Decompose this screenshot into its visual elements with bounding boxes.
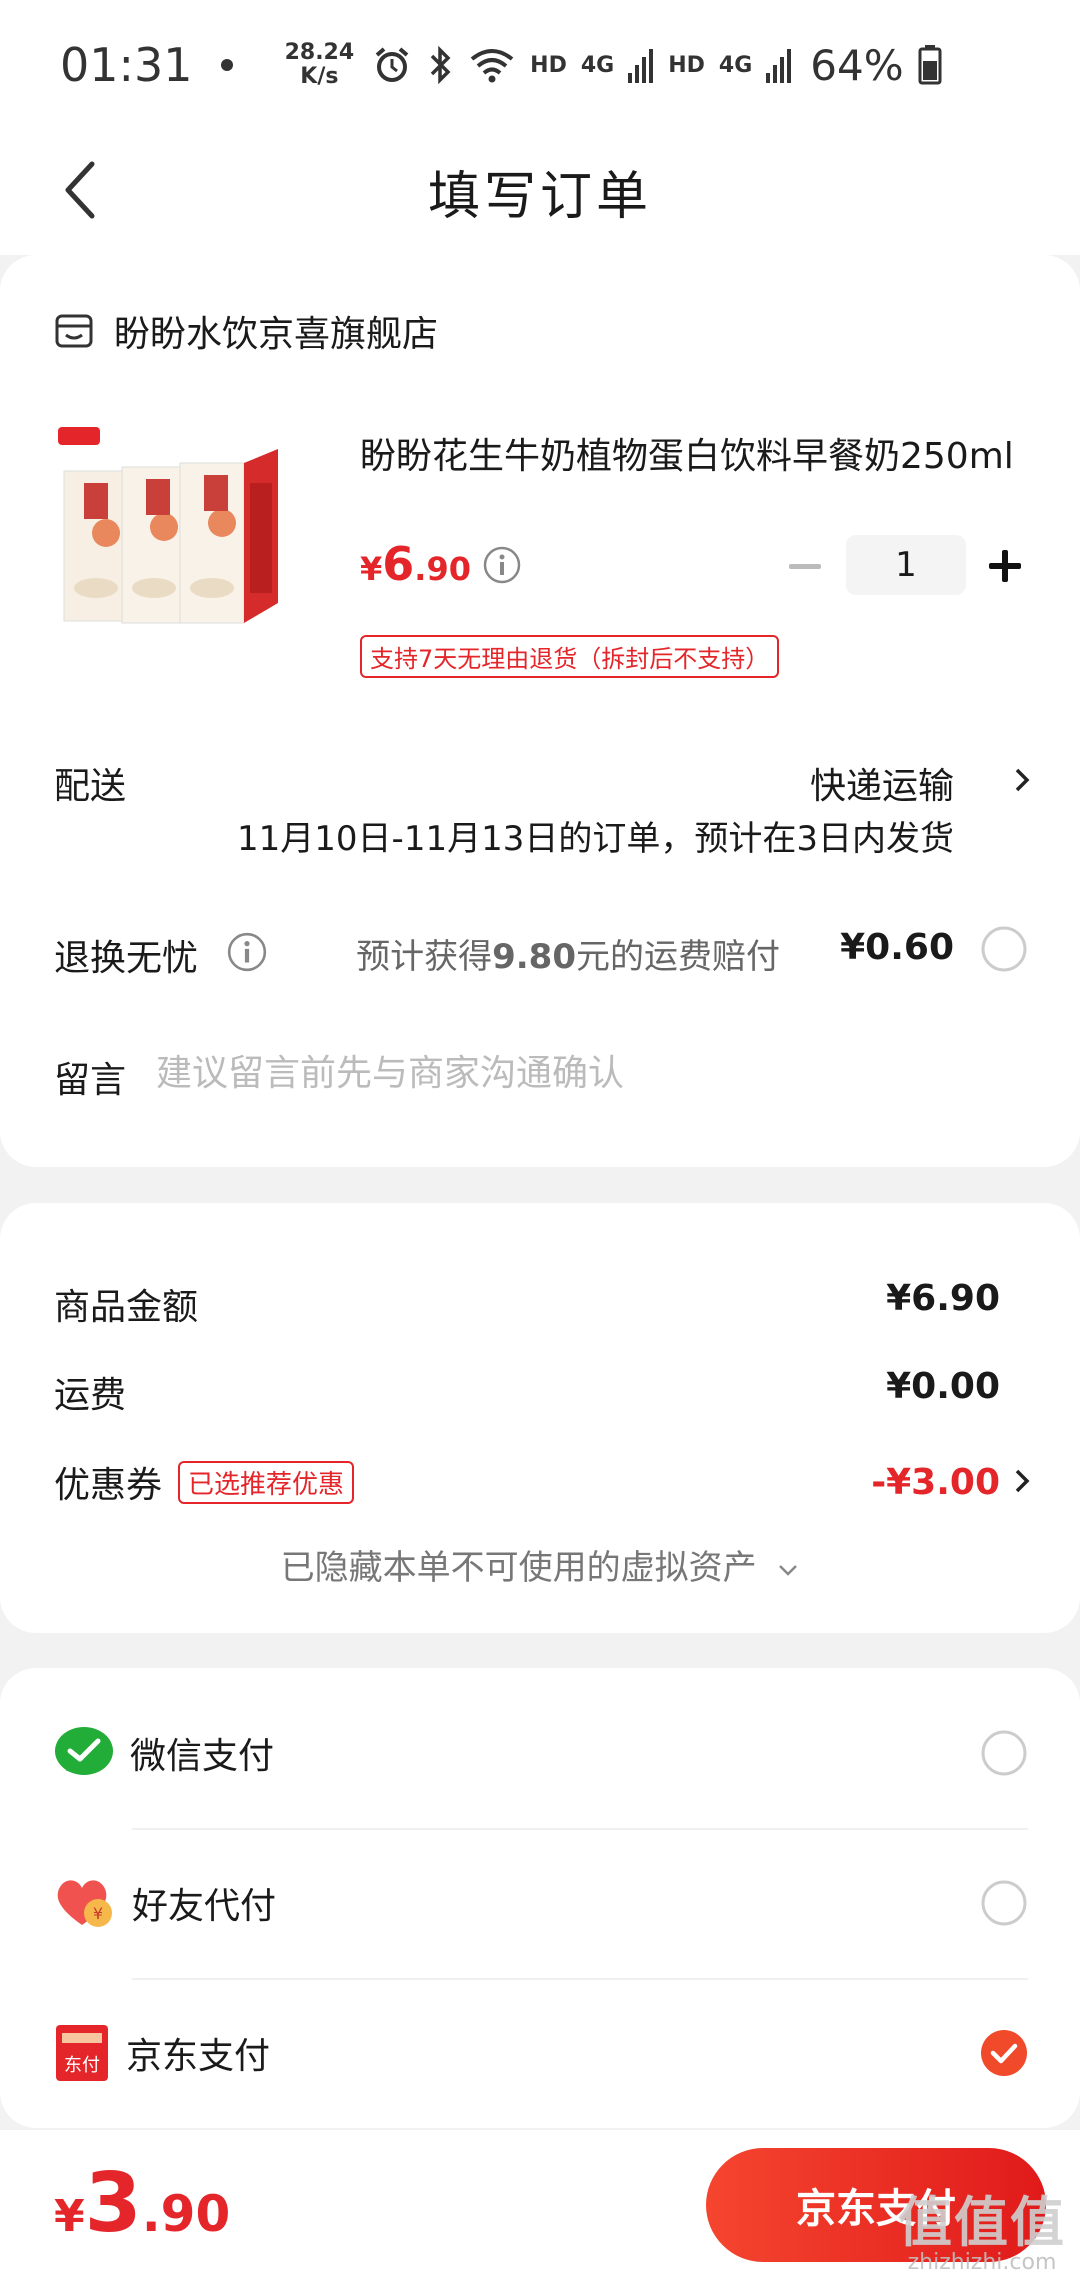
- status-time: 01:31: [60, 38, 193, 92]
- radio-unchecked-icon[interactable]: [980, 1879, 1028, 1927]
- price-decimal: .90: [414, 550, 471, 588]
- divider: [132, 1828, 1028, 1830]
- divider: [132, 1978, 1028, 1980]
- coupon-row[interactable]: 优惠券 已选推荐优惠 -¥3.00: [54, 1456, 1000, 1508]
- payment-option-wechat[interactable]: 微信支付: [54, 1703, 1028, 1803]
- chevron-down-icon: [779, 1564, 798, 1576]
- exchange-radio[interactable]: [980, 925, 1028, 973]
- notification-dot-icon: [220, 59, 233, 71]
- goods-amount-label: 商品金额: [54, 1287, 199, 1328]
- payment-label: 京东支付: [126, 2036, 271, 2077]
- shipping-row: 运费 ¥0.00: [54, 1366, 1000, 1418]
- wifi-icon: [470, 49, 514, 83]
- signal-icon: [628, 49, 654, 83]
- radio-unchecked-icon[interactable]: [980, 1729, 1028, 1777]
- payment-label: 好友代付: [132, 1886, 277, 1927]
- exchange-label: 退换无忧: [54, 938, 199, 979]
- exchange-info-icon[interactable]: [226, 931, 268, 973]
- friend-pay-heart-icon: ¥: [57, 1880, 112, 1927]
- order-card: 盼盼水饮京喜旗舰店 盼盼花生牛奶植物蛋白饮料早餐奶250ml ¥6.90 1 支…: [0, 255, 1080, 1167]
- product-image[interactable]: [54, 423, 320, 643]
- return-policy-tag: 支持7天无理由退货（拆封后不支持）: [360, 635, 780, 678]
- exchange-description: 预计获得9.80元的运费赔付: [356, 929, 780, 978]
- message-input[interactable]: [156, 1045, 1016, 1101]
- product-price: ¥6.90: [360, 537, 471, 591]
- shop-icon: [55, 314, 93, 348]
- bluetooth-icon: [430, 45, 451, 85]
- payment-label: 微信支付: [130, 1736, 275, 1777]
- radio-checked-icon[interactable]: [980, 2029, 1028, 2077]
- delivery-method[interactable]: 快递运输: [810, 757, 954, 809]
- network-speed-unit: K/s: [300, 64, 339, 89]
- watermark: 值值值 zhizhizhi.com: [898, 2191, 1066, 2276]
- exchange-text-amount: 9.80: [492, 937, 576, 977]
- total-integer: 3: [84, 2156, 142, 2251]
- exchange-text-suffix: 元的运费赔付: [576, 937, 780, 977]
- watermark-url: zhizhizhi.com: [907, 2250, 1057, 2275]
- total-decimal: .90: [141, 2185, 231, 2243]
- status-bar: 01:31 28.24 K/s HD 4G HD 4G 64%: [0, 0, 1080, 130]
- coupon-tag: 已选推荐优惠: [178, 1460, 355, 1504]
- quantity-input[interactable]: 1: [846, 535, 966, 595]
- shipping-label: 运费: [54, 1375, 127, 1416]
- plus-icon: [989, 550, 1021, 582]
- shop-row[interactable]: 盼盼水饮京喜旗舰店: [54, 305, 438, 357]
- shop-name: 盼盼水饮京喜旗舰店: [114, 314, 439, 355]
- jd-pay-icon: 东付: [56, 2025, 108, 2081]
- svg-text:¥: ¥: [93, 1904, 103, 1923]
- goods-amount-value: ¥6.90: [886, 1278, 1000, 1319]
- network-speed-value: 28.24: [284, 40, 355, 65]
- shipping-value: ¥0.00: [886, 1366, 1000, 1407]
- chevron-right-icon[interactable]: [1014, 767, 1030, 793]
- message-label: 留言: [54, 1060, 127, 1101]
- minus-icon: [789, 564, 821, 569]
- product-title[interactable]: 盼盼花生牛奶植物蛋白饮料早餐奶250ml: [360, 427, 1020, 479]
- price-symbol: ¥: [360, 550, 383, 588]
- delivery-label: 配送: [54, 766, 127, 807]
- net2-label: HD: [668, 52, 705, 78]
- jd-pay-icon-text: 东付: [64, 2055, 100, 2076]
- payment-option-jd[interactable]: 东付 京东支付: [54, 2003, 1028, 2103]
- quantity-decrease-button[interactable]: [780, 547, 830, 587]
- net1-label: HD: [530, 52, 567, 78]
- delivery-note: 11月10日-11月13日的订单，预计在3日内发货: [237, 819, 954, 859]
- hidden-assets-toggle[interactable]: 已隐藏本单不可使用的虚拟资产: [0, 1540, 1080, 1589]
- price-integer: 6: [382, 537, 415, 591]
- net2-type: 4G: [718, 52, 753, 78]
- goods-amount-row: 商品金额 ¥6.90: [54, 1278, 1000, 1330]
- exchange-text-prefix: 预计获得: [356, 937, 493, 977]
- exchange-price: ¥0.60: [840, 927, 954, 968]
- total-symbol: ¥: [54, 2191, 85, 2242]
- payment-option-friend[interactable]: ¥ 好友代付: [54, 1853, 1028, 1953]
- chevron-right-icon[interactable]: [1014, 1468, 1030, 1494]
- hidden-assets-text: 已隐藏本单不可使用的虚拟资产: [280, 1548, 757, 1588]
- page-title: 填写订单: [427, 167, 652, 227]
- coupon-value: -¥3.00: [871, 1461, 1000, 1503]
- signal-icon: [766, 49, 792, 83]
- header: 填写订单: [0, 130, 1080, 255]
- quantity-increase-button[interactable]: [980, 541, 1030, 591]
- battery-icon: [918, 45, 942, 85]
- watermark-logo: 值值值: [898, 2191, 1066, 2254]
- alarm-icon: [375, 47, 409, 82]
- coupon-label: 优惠券: [54, 1465, 163, 1506]
- price-info-icon[interactable]: [482, 545, 522, 585]
- battery-percent: 64%: [810, 40, 904, 90]
- net1-type: 4G: [580, 52, 615, 78]
- total-price: ¥3.90: [54, 2156, 230, 2251]
- wechat-pay-icon: [55, 1727, 113, 1775]
- network-speed: 28.24 K/s: [285, 41, 355, 89]
